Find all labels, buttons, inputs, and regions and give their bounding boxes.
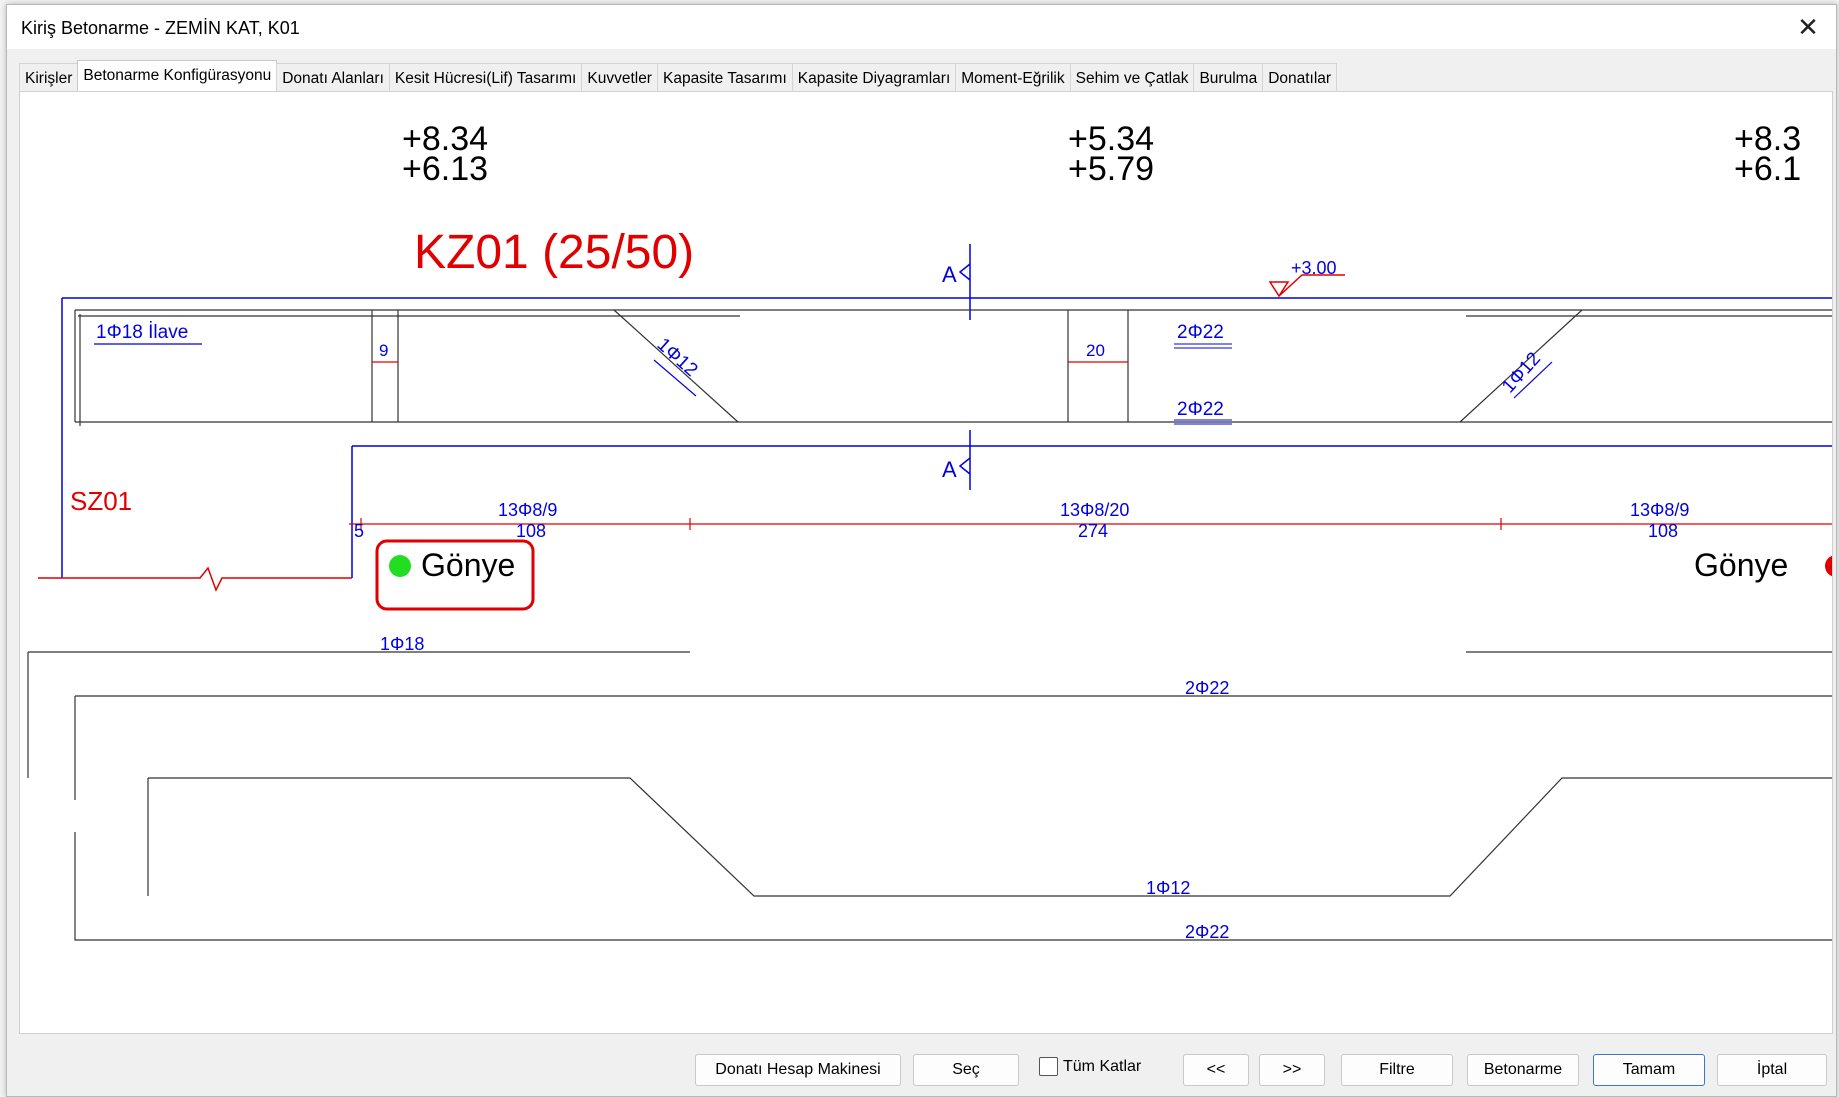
detail-1phi18-label: 1Φ18 [380,634,424,654]
tab-sehim-ve-catlak[interactable]: Sehim ve Çatlak [1069,63,1195,92]
tab-betonarme-konfigurasyonu[interactable]: Betonarme Konfigürasyonu [77,60,278,92]
previous-button[interactable]: << [1183,1054,1249,1086]
donati-hesap-makinesi-button[interactable]: Donatı Hesap Makinesi [695,1054,901,1086]
tab-kapasite-tasarimi[interactable]: Kapasite Tasarımı [656,63,793,92]
moment-left-bottom: +6.13 [402,150,488,188]
title-bar: Kiriş Betonarme - ZEMİN KAT, K01 ✕ [7,5,1836,49]
detail-2phi22-bottom-label: 2Φ22 [1185,922,1229,942]
rebar-2phi22-top-underline [1174,343,1232,349]
tum-katlar-checkbox-box[interactable] [1039,1057,1058,1076]
stirrup-left-label: 13Φ8/9 [498,500,557,520]
iptal-button[interactable]: İptal [1717,1054,1827,1086]
tab-donati-alanlari[interactable]: Donatı Alanları [276,63,390,92]
sec-button[interactable]: Seç [913,1054,1019,1086]
section-mark-bottom: A [942,457,957,482]
tab-kesit-hucresi[interactable]: Kesit Hücresi(Lif) Tasarımı [388,63,583,92]
section-mark-top: A [942,262,957,287]
detail-1phi12-label: 1Φ12 [1146,878,1190,898]
button-bar: Donatı Hesap Makinesi Seç Tüm Katlar << … [7,1045,1836,1095]
column-break-line [38,566,352,592]
stirrup-left-length: 108 [516,521,546,541]
tab-bar: Kirişler Betonarme Konfigürasyonu Donatı… [19,60,1338,92]
rebar-top-left-label: 1Φ18 İlave [96,322,188,343]
betonarme-button[interactable]: Betonarme [1467,1054,1579,1086]
tab-kuvvetler[interactable]: Kuvvetler [581,63,658,92]
detail-2phi22-top-label: 2Φ22 [1185,678,1229,698]
beam-outline [61,297,1832,578]
moment-right-bottom: +6.1 [1734,150,1801,188]
close-icon[interactable]: ✕ [1780,5,1836,49]
stirrup-mid-label: 13Φ8/20 [1060,500,1129,520]
tab-kapasite-diyagramlari[interactable]: Kapasite Diyagramları [791,63,957,92]
rebar-2phi22-top-label: 2Φ22 [1177,322,1224,343]
elevation-marker [1268,274,1345,298]
stirrup-right-label: 13Φ8/9 [1630,500,1689,520]
offset-label: 5 [354,521,364,541]
stirrup-mid-length: 274 [1078,521,1108,541]
next-button[interactable]: >> [1259,1054,1325,1086]
tab-burulma[interactable]: Burulma [1193,63,1264,92]
section-arrow-bottom [958,430,971,490]
column-label: SZ01 [70,486,132,516]
rebar-detail-shapes [27,651,1832,941]
drawing-panel: +8.34 +6.13 +5.34 +5.79 +8.3 +6.1 KZ01 (… [19,91,1833,1034]
beam-title: KZ01 (25/50) [414,226,694,279]
gonye-right-label: Gönye [1694,547,1788,583]
dim-20-label: 20 [1086,341,1105,360]
gonye-right-status-dot [1825,555,1832,577]
beam-drawing-canvas[interactable]: +8.34 +6.13 +5.34 +5.79 +8.3 +6.1 KZ01 (… [20,92,1832,1033]
dialog-window: Kiriş Betonarme - ZEMİN KAT, K01 ✕ Kiriş… [6,4,1837,1097]
moment-mid-bottom: +5.79 [1068,150,1154,188]
tum-katlar-label: Tüm Katlar [1063,1057,1142,1075]
section-arrow-top [958,244,971,320]
stirrup-right-length: 108 [1648,521,1678,541]
gonye-left-label: Gönye [421,547,515,583]
bent-bar-left-label: 1Φ12 [653,334,702,381]
tab-moment-egrilik[interactable]: Moment-Eğrilik [955,63,1071,92]
filtre-button[interactable]: Filtre [1341,1054,1453,1086]
tamam-button[interactable]: Tamam [1593,1054,1705,1086]
dim-9-label: 9 [379,341,388,360]
window-title: Kiriş Betonarme - ZEMİN KAT, K01 [21,18,300,38]
rebar-2phi22-mid-label: 2Φ22 [1177,399,1224,420]
gonye-status-dot [389,555,411,577]
tab-kirisler[interactable]: Kirişler [19,63,79,92]
tum-katlar-checkbox[interactable]: Tüm Katlar [1039,1057,1141,1076]
rebar-cage [74,309,1832,426]
tab-donatilar[interactable]: Donatılar [1262,63,1338,92]
